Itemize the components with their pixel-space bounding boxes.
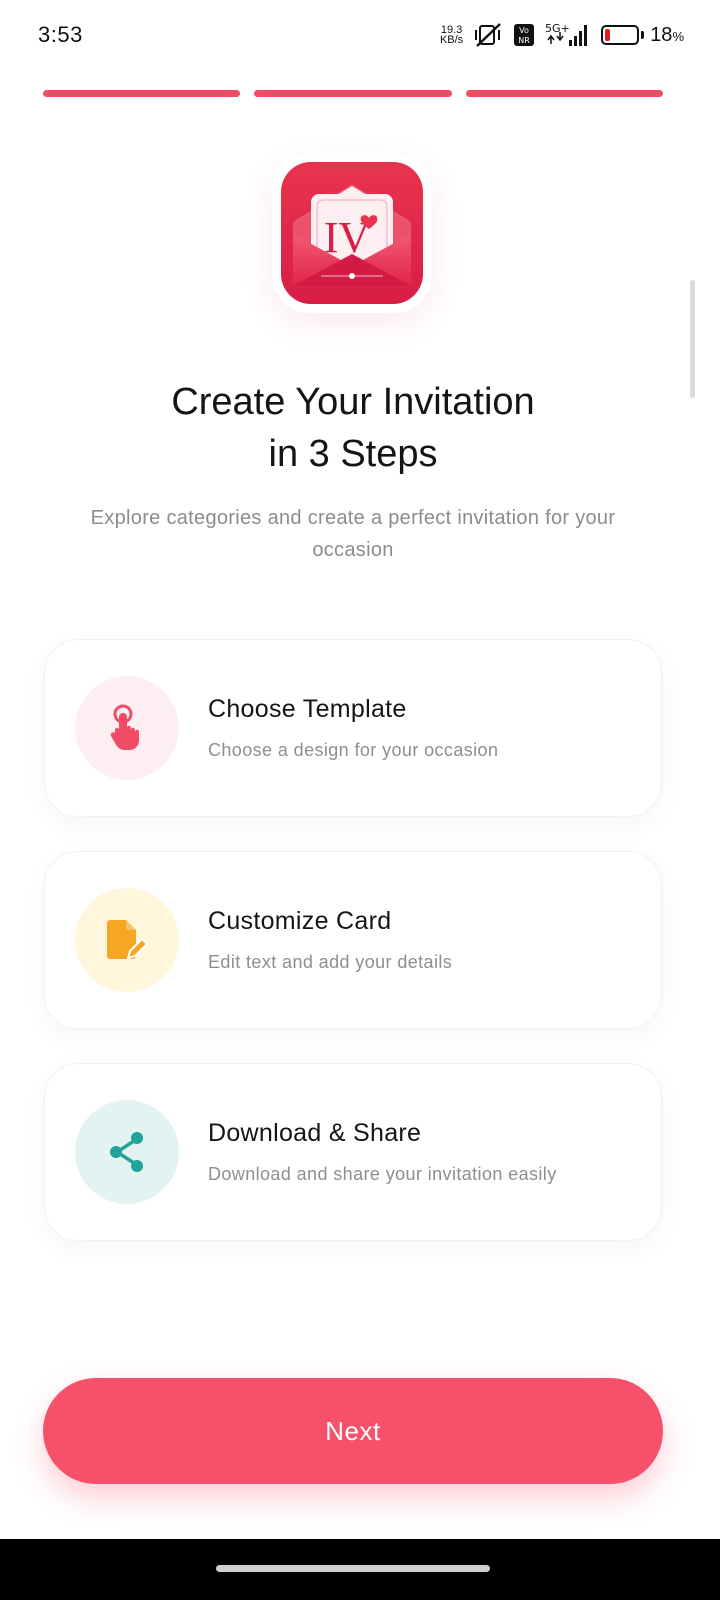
network-speed-unit: KB/s bbox=[439, 34, 464, 46]
scrollbar[interactable] bbox=[690, 280, 695, 398]
onboarding-screen: 3:53 19.3 KB/s Vo NR 5G+ 18% IV Create Y… bbox=[0, 0, 720, 1600]
network-speed: 19.3 KB/s bbox=[439, 25, 464, 46]
app-logo-frame: IV bbox=[272, 153, 432, 313]
step-text: Download & Share Download and share your… bbox=[208, 1119, 557, 1185]
step-title: Customize Card bbox=[208, 907, 392, 935]
status-time: 3:53 bbox=[38, 22, 83, 47]
progress-segment bbox=[254, 90, 452, 97]
status-icons: 19.3 KB/s Vo NR 5G+ 18% bbox=[440, 22, 684, 48]
step-icon-circle bbox=[75, 676, 179, 780]
page-title-line1: Create Your Invitation bbox=[171, 381, 535, 423]
page-title-line2: in 3 Steps bbox=[268, 433, 438, 475]
step-description: Choose a design for your occasion bbox=[208, 740, 499, 760]
tap-finger-icon bbox=[110, 704, 139, 750]
volte-label-bottom: NR bbox=[518, 36, 530, 45]
app-logo: IV bbox=[281, 162, 423, 304]
system-nav-bar bbox=[0, 1539, 720, 1600]
battery-indicator: 18% bbox=[601, 24, 684, 47]
page-subtitle: Explore categories and create a perfect … bbox=[90, 507, 616, 561]
step-title: Download & Share bbox=[208, 1119, 422, 1147]
progress-segment bbox=[465, 90, 663, 97]
signal-icon: 5G+ bbox=[545, 22, 591, 48]
step-icon-circle bbox=[75, 888, 179, 992]
home-indicator[interactable] bbox=[216, 1565, 490, 1572]
step-text: Choose Template Choose a design for your… bbox=[208, 695, 498, 761]
status-bar: 3:53 19.3 KB/s Vo NR 5G+ 18% bbox=[0, 0, 720, 70]
step-card-download-share: Download & Share Download and share your… bbox=[44, 1063, 662, 1241]
volte-icon: Vo NR bbox=[513, 23, 535, 47]
step-description: Edit text and add your details bbox=[208, 952, 453, 972]
step-icon-circle bbox=[75, 1100, 179, 1204]
step-text: Customize Card Edit text and add your de… bbox=[208, 907, 452, 973]
invitation-envelope-icon: IV bbox=[293, 184, 411, 286]
battery-tip bbox=[641, 31, 645, 39]
page-title: Create Your Invitation in 3 Steps bbox=[0, 376, 706, 480]
mute-vibrate-icon bbox=[473, 22, 503, 48]
onboarding-progress bbox=[43, 90, 663, 97]
volte-label-top: Vo bbox=[519, 26, 529, 35]
edit-document-icon bbox=[107, 920, 148, 960]
step-card-customize-card: Customize Card Edit text and add your de… bbox=[44, 851, 662, 1029]
next-button[interactable]: Next bbox=[43, 1378, 663, 1484]
battery-icon bbox=[601, 25, 640, 45]
battery-percent: 18% bbox=[650, 23, 684, 46]
step-card-choose-template: Choose Template Choose a design for your… bbox=[44, 639, 662, 817]
share-icon bbox=[110, 1132, 143, 1172]
step-description: Download and share your invitation easil… bbox=[208, 1164, 557, 1184]
battery-fill bbox=[605, 29, 611, 41]
progress-segment bbox=[43, 90, 241, 97]
network-type: 5G+ bbox=[545, 22, 570, 35]
step-title: Choose Template bbox=[208, 695, 407, 723]
